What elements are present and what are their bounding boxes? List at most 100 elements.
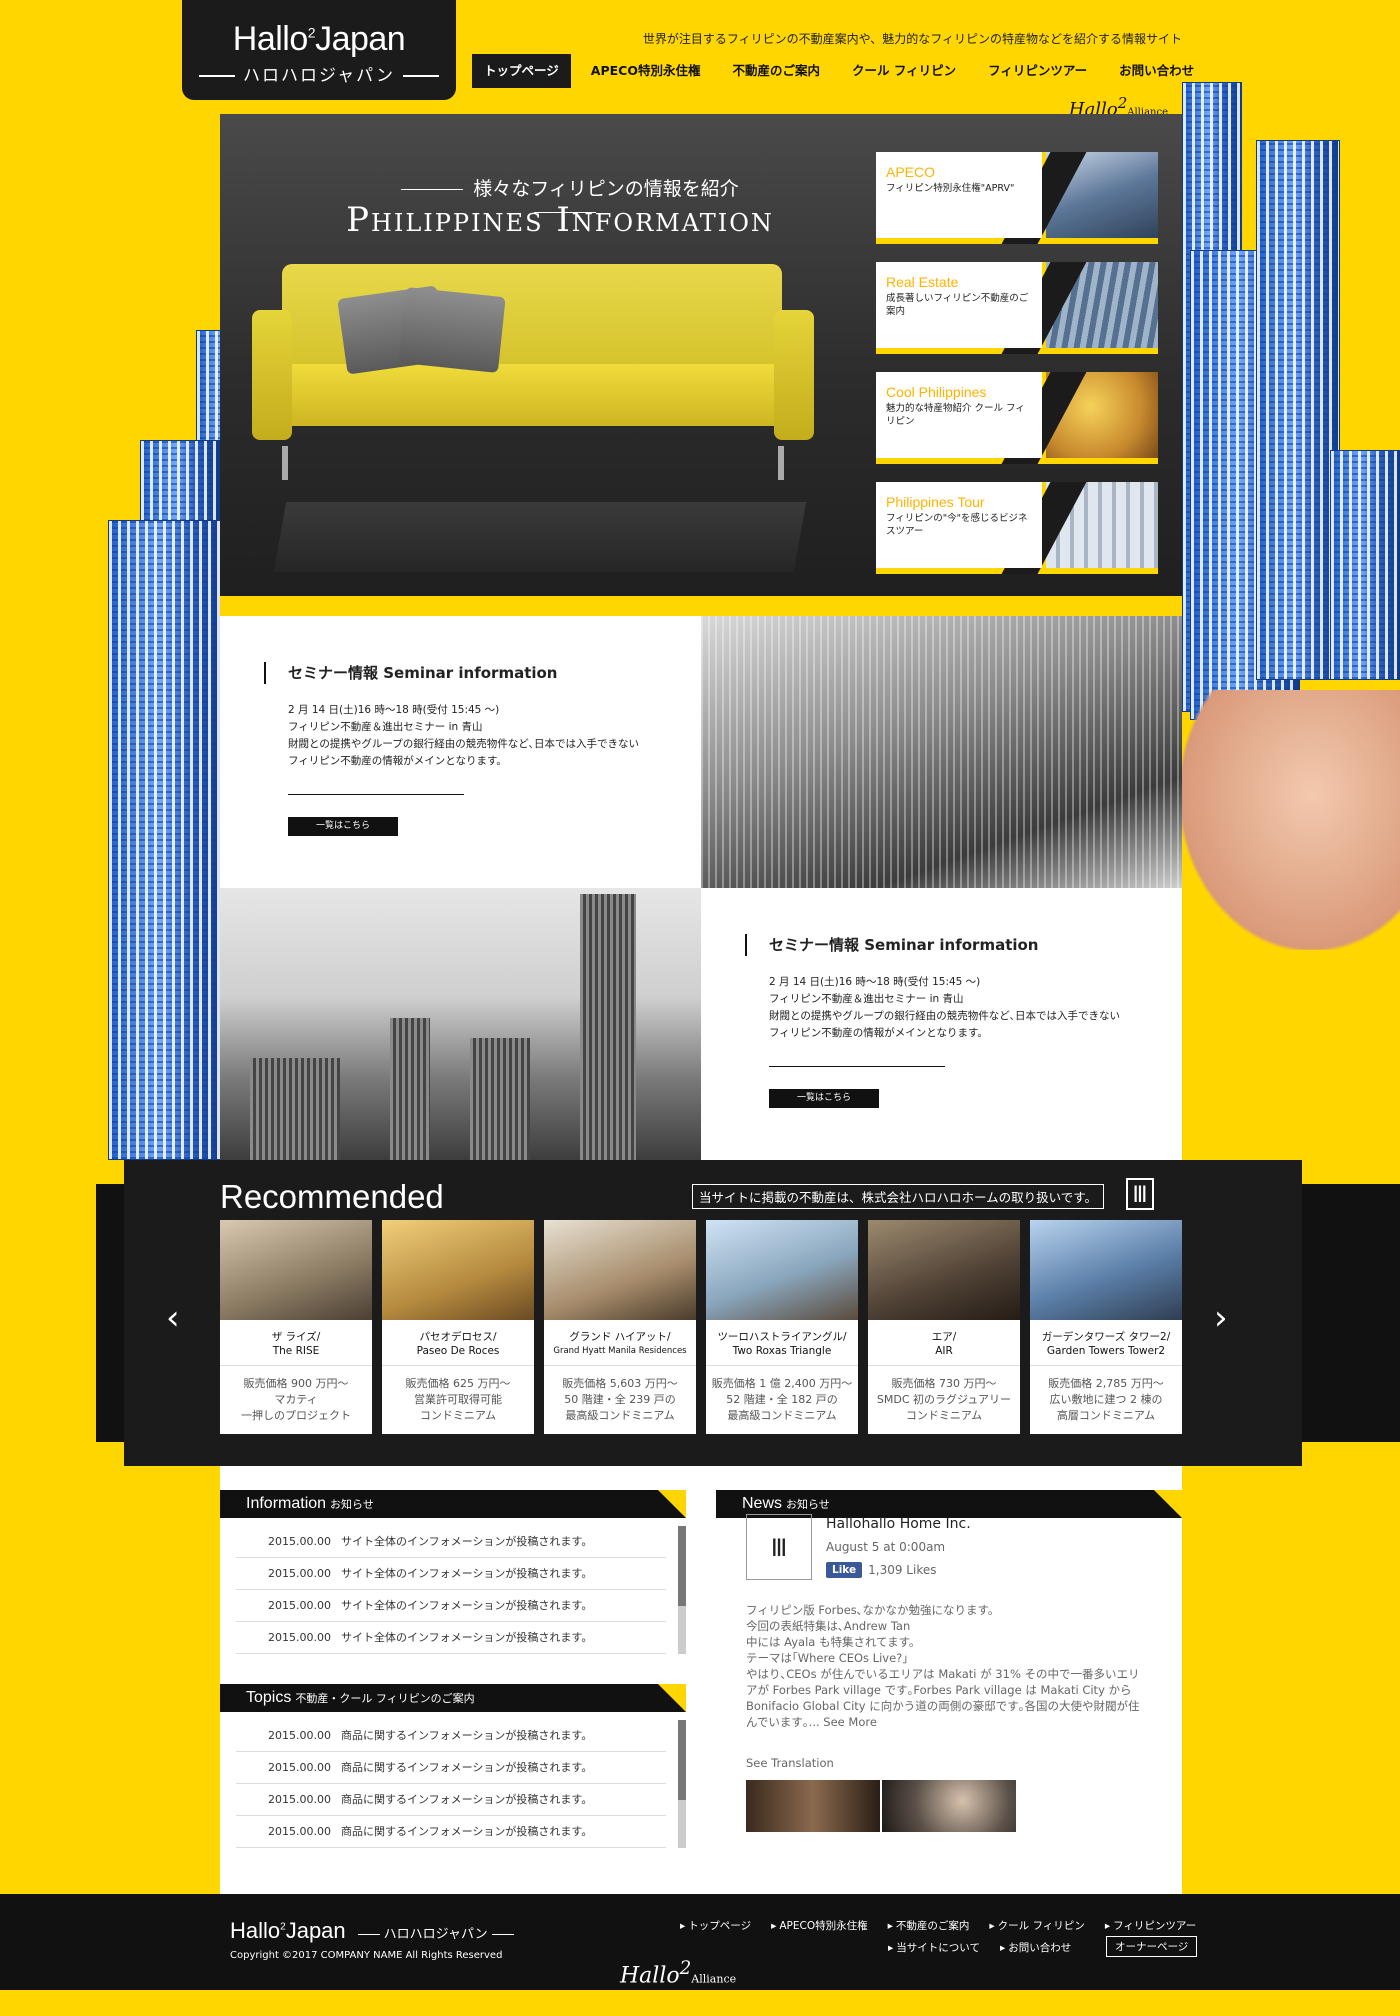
property-photo (220, 1220, 372, 1320)
list-item[interactable]: 2015.00.00 商品に関するインフォメーションが投稿されます。 (236, 1816, 666, 1848)
post-photo-1[interactable] (746, 1780, 880, 1832)
divider (288, 794, 464, 795)
property-card[interactable]: ザ ライズ/The RISE 販売価格 900 万円〜 マカティ 一押しのプロジェク… (220, 1220, 372, 1434)
building-right-edge (1330, 450, 1400, 680)
footer-link-cool-philippines[interactable]: クール フィリピン (989, 1918, 1085, 1933)
seminar-heading: セミナー情報 Seminar information (745, 934, 1142, 956)
list-item[interactable]: 2015.00.00 サイト全体のインフォメーションが投稿されます。 (236, 1526, 666, 1558)
owner-page-button[interactable]: オーナーページ (1106, 1936, 1198, 1957)
footer-link-contact[interactable]: お問い合わせ (1000, 1940, 1071, 1955)
property-name: ツーロハストライアングル/Two Roxas Triangle (706, 1320, 858, 1366)
information-scrollbar[interactable] (678, 1526, 686, 1654)
site-logo[interactable]: Hallo2Japan ハロハロジャパン (182, 0, 456, 100)
property-desc: 販売価格 2,785 万円〜 広い敷地に建つ 2 棟の 高層コンドミニアム (1048, 1377, 1164, 1422)
property-photo (868, 1220, 1020, 1320)
property-name: グランド ハイアット/Grand Hyatt Manila Residences (544, 1320, 696, 1366)
footer-link-about[interactable]: 当サイトについて (888, 1940, 980, 1955)
property-card[interactable]: パセオデロセス/Paseo De Roces 販売価格 625 万円〜 営業許可取… (382, 1220, 534, 1434)
hallohallo-home-icon: Ⅲ (1126, 1178, 1154, 1210)
seminar-section: セミナー情報 Seminar information 2 月 14 日(土)16… (220, 616, 1182, 1160)
footer-link-real-estate[interactable]: 不動産のご案内 (888, 1918, 970, 1933)
seminar-body: 2 月 14 日(土)16 時〜18 時(受付 15:45 〜) フィリピン不動… (769, 976, 1121, 1039)
footer-link-tour[interactable]: フィリピンツアー (1105, 1918, 1196, 1933)
carousel-wing-left (96, 1184, 126, 1442)
card-title: Cool Philippines (886, 384, 987, 400)
page-avatar[interactable]: Ⅲ (746, 1514, 812, 1580)
property-card[interactable]: グランド ハイアット/Grand Hyatt Manila Residences… (544, 1220, 696, 1434)
footer-link-apeco[interactable]: APECO特別永住権 (771, 1918, 867, 1933)
seminar-body: 2 月 14 日(土)16 時〜18 時(受付 15:45 〜) フィリピン不動… (288, 704, 640, 767)
nav-contact[interactable]: お問い合わせ (1107, 54, 1206, 88)
topics-scrollbar[interactable] (678, 1720, 686, 1848)
site-tagline: 世界が注目するフィリピンの不動産案内や、魅力的なフィリピンの特産物などを紹介する… (642, 32, 1182, 46)
nav-cool-philippines[interactable]: クール フィリピン (840, 54, 968, 88)
post-photo-2[interactable] (882, 1780, 1016, 1832)
property-name: パセオデロセス/Paseo De Roces (382, 1320, 534, 1366)
card-desc: 魅力的な特産物紹介 クール フィリピン (886, 403, 1025, 427)
city-photo-2 (220, 888, 701, 1160)
list-item[interactable]: 2015.00.00 商品に関するインフォメーションが投稿されます。 (236, 1752, 666, 1784)
carousel-prev-button[interactable]: ‹ (166, 1298, 180, 1338)
topics-list: 2015.00.00 商品に関するインフォメーションが投稿されます。 2015.0… (236, 1720, 666, 1848)
property-desc: 販売価格 730 万円〜 SMDC 初のラグジュアリー コンドミニアム (876, 1377, 1012, 1422)
nav-apeco[interactable]: APECO特別永住権 (579, 54, 713, 88)
building-right-mid (1256, 140, 1340, 680)
property-photo (706, 1220, 858, 1320)
hero-card-tour[interactable]: Philippines Tour フィリピンの"今"を感じるビジネスツアー (876, 482, 1158, 574)
list-item[interactable]: 2015.00.00 商品に関するインフォメーションが投稿されます。 (236, 1720, 666, 1752)
nav-top[interactable]: トップページ (472, 54, 571, 88)
copyright: Copyright ©2017 COMPANY NAME All Rights … (230, 1950, 503, 1961)
post-date: August 5 at 0:00am (826, 1540, 946, 1554)
like-button[interactable]: Like (826, 1562, 863, 1578)
hero-base-strip (220, 596, 1182, 616)
property-card[interactable]: ツーロハストライアングル/Two Roxas Triangle 販売価格 1 億… (706, 1220, 858, 1434)
nav-tour[interactable]: フィリピンツアー (976, 54, 1099, 88)
card-title: Philippines Tour (886, 494, 985, 510)
footer-logo[interactable]: Hallo2Japan ハロハロジャパン (230, 1918, 518, 1944)
global-nav: トップページ APECO特別永住権 不動産のご案内 クール フィリピン フィリピ… (472, 54, 1206, 88)
hand-image (1180, 690, 1400, 950)
property-desc: 販売価格 5,603 万円〜 50 階建・全 239 戸の 最高級コンドミニアム (562, 1377, 678, 1422)
list-item[interactable]: 2015.00.00 サイト全体のインフォメーションが投稿されます。 (236, 1590, 666, 1622)
building-left-front (108, 520, 224, 1160)
recommended-note: 当サイトに掲載の不動産は、株式会社ハロハロホームの取り扱いです。 (692, 1184, 1105, 1209)
hero-card-apeco[interactable]: APECO フィリピン特別永住権"APRV" (876, 152, 1158, 244)
property-photo (382, 1220, 534, 1320)
list-item[interactable]: 2015.00.00 サイト全体のインフォメーションが投稿されます。 (236, 1558, 666, 1590)
property-card[interactable]: エア/AIR 販売価格 730 万円〜 SMDC 初のラグジュアリー コンドミニアム (868, 1220, 1020, 1434)
property-name: エア/AIR (868, 1320, 1020, 1366)
recommended-list: ザ ライズ/The RISE 販売価格 900 万円〜 マカティ 一押しのプロジェク… (220, 1220, 1182, 1434)
carousel-next-button[interactable]: › (1214, 1298, 1228, 1338)
carousel-wing-right (1300, 1184, 1400, 1442)
property-card[interactable]: ガーデンタワーズ タワー2/Garden Towers Tower2 販売価格 … (1030, 1220, 1182, 1434)
seminar-block-1: セミナー情報 Seminar information 2 月 14 日(土)16… (220, 616, 701, 888)
hero-card-cool-philippines[interactable]: Cool Philippines 魅力的な特産物紹介 クール フィリピン (876, 372, 1158, 464)
card-desc: フィリピンの"今"を感じるビジネスツアー (886, 513, 1028, 537)
seminar-list-button[interactable]: 一覧はこちら (769, 1089, 879, 1108)
seminar-heading: セミナー情報 Seminar information (264, 662, 661, 684)
list-item[interactable]: 2015.00.00 サイト全体のインフォメーションが投稿されます。 (236, 1622, 666, 1654)
nav-real-estate[interactable]: 不動産のご案内 (720, 54, 832, 88)
seminar-list-button[interactable]: 一覧はこちら (288, 817, 398, 836)
hero-card-real-estate[interactable]: Real Estate 成長著しいフィリピン不動産のご案内 (876, 262, 1158, 354)
topics-header: Topics 不動産・クール フィリピンのご案内 (220, 1684, 686, 1712)
hero-title: Philippines Information (346, 200, 774, 240)
info-section: Information お知らせ 2015.00.00 サイト全体のインフォメーショ… (220, 1466, 1182, 1894)
property-name: ガーデンタワーズ タワー2/Garden Towers Tower2 (1030, 1320, 1182, 1366)
post-body: フィリピン版 Forbes､なかなか勉強になります。 今回の表紙特集は､Andr… (746, 1603, 1140, 1729)
see-translation-link[interactable]: See Translation (746, 1756, 834, 1770)
hero-card-list: APECO フィリピン特別永住権"APRV" Real Estate 成長著しいフィ… (876, 152, 1158, 592)
footer: Hallo2Japan ハロハロジャパン Copyright ©2017 COMP… (0, 1894, 1400, 1990)
property-photo (544, 1220, 696, 1320)
footer-link-top[interactable]: トップページ (680, 1918, 751, 1933)
page-name[interactable]: Hallohallo Home Inc. (826, 1516, 971, 1532)
footer-nav-secondary: 当サイトについて お問い合わせ (888, 1940, 1071, 1955)
hero-banner: 様々なフィリピンの情報を紹介 Philippines Information A… (220, 114, 1182, 596)
footer-alliance-logo[interactable]: Hallo2Alliance (620, 1958, 736, 1988)
recommended-section: Recommended 当サイトに掲載の不動産は、株式会社ハロハロホームの取り扱… (124, 1160, 1302, 1466)
footer-nav: トップページ APECO特別永住権 不動産のご案内 クール フィリピン フィリピ… (680, 1918, 1196, 1933)
rug-image (273, 502, 807, 572)
divider (769, 1066, 945, 1067)
information-header: Information お知らせ (220, 1490, 686, 1518)
list-item[interactable]: 2015.00.00 商品に関するインフォメーションが投稿されます。 (236, 1784, 666, 1816)
